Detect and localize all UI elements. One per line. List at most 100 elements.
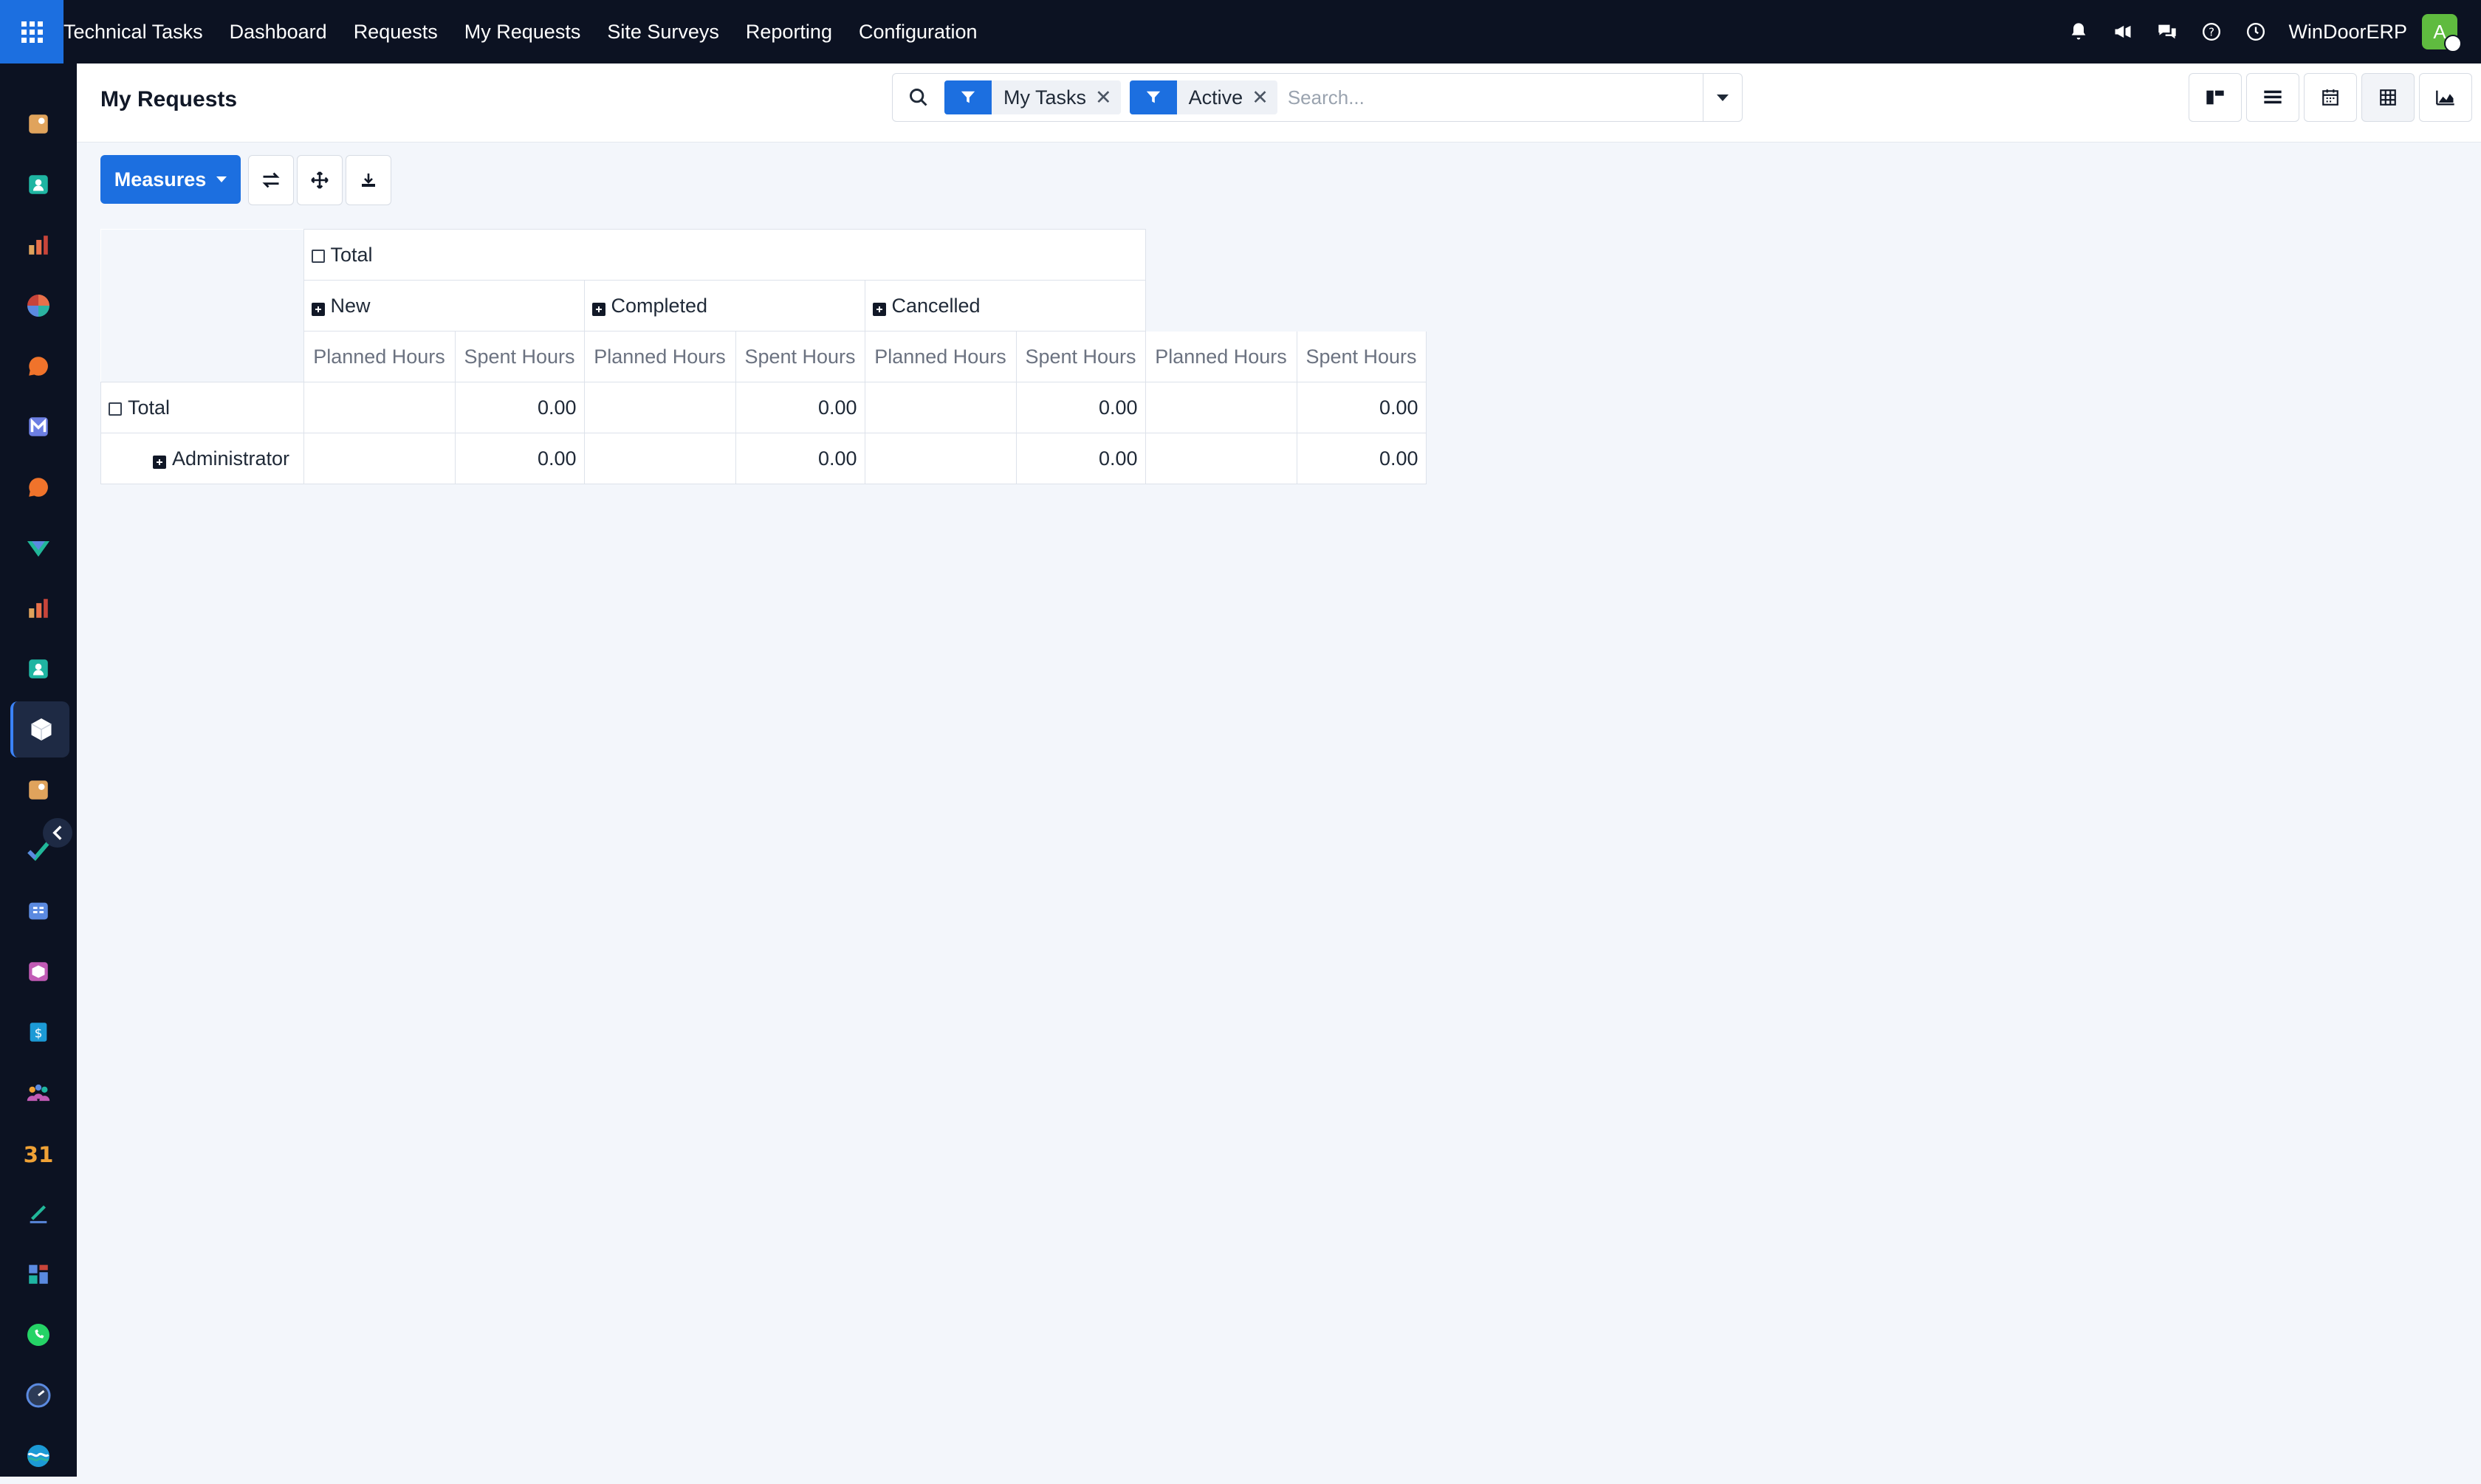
- measure-header[interactable]: Spent Hours: [735, 331, 865, 382]
- employees-icon[interactable]: [10, 641, 66, 697]
- flip-axis-button[interactable]: [248, 155, 294, 205]
- pivot-cell: [864, 382, 1017, 433]
- menu-item-configuration[interactable]: Configuration: [845, 21, 991, 44]
- megaphone-icon[interactable]: [2111, 20, 2135, 44]
- measure-header[interactable]: Spent Hours: [1296, 331, 1427, 382]
- mail-icon[interactable]: [10, 399, 66, 455]
- wave-icon[interactable]: [10, 1428, 66, 1484]
- help-icon[interactable]: ?: [2200, 20, 2223, 44]
- sign-icon[interactable]: [10, 1186, 66, 1242]
- app-1-icon[interactable]: [10, 96, 66, 152]
- download-icon: [362, 174, 375, 187]
- inventory-icon[interactable]: [10, 944, 66, 1000]
- search-icon[interactable]: [893, 87, 944, 108]
- svg-text:$: $: [35, 1026, 43, 1041]
- filter-icon: [1129, 80, 1177, 114]
- expand-icon: [153, 455, 166, 469]
- facet-remove-icon[interactable]: ✕: [1252, 86, 1277, 109]
- pivot-cell: 0.00: [1296, 433, 1427, 484]
- graph-view-icon[interactable]: [2419, 73, 2472, 122]
- invoice-icon[interactable]: $: [10, 1004, 66, 1060]
- pivot-view-icon[interactable]: [2361, 73, 2415, 122]
- facet-remove-icon[interactable]: ✕: [1095, 86, 1121, 109]
- pivot-row-header-total[interactable]: Total: [100, 382, 304, 433]
- sidebar-collapse-button[interactable]: [43, 818, 72, 848]
- flip-axis-icon: [262, 172, 280, 188]
- user-avatar[interactable]: A: [2422, 14, 2462, 52]
- pivot-cell: 0.00: [1296, 382, 1427, 433]
- search-bar[interactable]: My Tasks ✕ Active ✕: [892, 73, 1743, 122]
- measures-button[interactable]: Measures: [100, 155, 241, 204]
- facet-my-tasks[interactable]: My Tasks ✕: [944, 80, 1121, 114]
- main-menu: Technical Tasks Dashboard Requests My Re…: [64, 21, 991, 44]
- calendar-view-icon[interactable]: [2304, 73, 2357, 122]
- chat-bubble-icon[interactable]: [10, 338, 66, 394]
- measure-header[interactable]: Planned Hours: [583, 331, 736, 382]
- menu-item-requests[interactable]: Requests: [340, 21, 451, 44]
- whatsapp-icon[interactable]: [10, 1307, 66, 1363]
- apps-icon[interactable]: [10, 1246, 66, 1302]
- facet-label: Active: [1188, 86, 1243, 109]
- app-brand[interactable]: Technical Tasks: [64, 21, 216, 44]
- pivot-cell: [583, 433, 736, 484]
- download-button[interactable]: [346, 155, 391, 205]
- clock-icon[interactable]: [2244, 20, 2268, 44]
- pivot-col-header-cancelled[interactable]: Cancelled: [864, 280, 1146, 332]
- sales-icon[interactable]: [10, 217, 66, 273]
- menu-item-my-requests[interactable]: My Requests: [451, 21, 594, 44]
- dashboard-icon[interactable]: [10, 278, 66, 334]
- svg-text:31: 31: [24, 1142, 53, 1166]
- measure-header[interactable]: Planned Hours: [303, 331, 456, 382]
- contacts-icon[interactable]: [10, 157, 66, 213]
- menu-item-reporting[interactable]: Reporting: [732, 21, 845, 44]
- bell-icon[interactable]: [2067, 20, 2090, 44]
- pivot-col-header-completed[interactable]: Completed: [583, 280, 865, 332]
- facet-label: My Tasks: [1003, 86, 1087, 109]
- search-options-toggle[interactable]: [1703, 74, 1742, 121]
- measure-header[interactable]: Spent Hours: [1015, 331, 1146, 382]
- company-switcher[interactable]: WinDoorERP: [2288, 21, 2407, 44]
- top-navbar: Technical Tasks Dashboard Requests My Re…: [0, 0, 2481, 63]
- menu-item-dashboard[interactable]: Dashboard: [216, 21, 340, 44]
- chat-icon[interactable]: [2155, 20, 2179, 44]
- grid-icon: [21, 21, 43, 43]
- list-view-icon[interactable]: [2246, 73, 2299, 122]
- pivot-cell: [864, 433, 1017, 484]
- app-menu-button[interactable]: [0, 0, 64, 63]
- team-icon[interactable]: [10, 1065, 66, 1121]
- kanban-view-icon[interactable]: [2189, 73, 2242, 122]
- chevron-left-icon: [52, 825, 62, 840]
- page-title: My Requests: [100, 87, 238, 111]
- search-input[interactable]: [1286, 78, 1703, 117]
- measures-label: Measures: [114, 168, 207, 190]
- pivot-cell: 0.00: [454, 382, 585, 433]
- discuss-icon[interactable]: [10, 459, 66, 515]
- pivot-cell: 0.00: [735, 433, 865, 484]
- view-switcher: [2184, 73, 2472, 122]
- pivot-col-header-new[interactable]: New: [303, 280, 585, 332]
- app-12-icon[interactable]: [10, 762, 66, 818]
- status-dot: [2444, 35, 2462, 52]
- box-icon[interactable]: [10, 701, 69, 758]
- expand-all-button[interactable]: [297, 155, 343, 205]
- measure-header[interactable]: Planned Hours: [864, 331, 1017, 382]
- expand-icon: [872, 302, 886, 316]
- knowledge-icon[interactable]: [10, 883, 66, 939]
- clock-app-icon[interactable]: [10, 1367, 66, 1423]
- expand-icon: [591, 302, 605, 316]
- facet-active[interactable]: Active ✕: [1129, 80, 1277, 114]
- collapse-icon: [109, 402, 122, 416]
- pivot-col-header-total[interactable]: Total: [303, 229, 1146, 281]
- reporting-icon[interactable]: [10, 580, 66, 636]
- checkmark-icon[interactable]: [10, 520, 66, 576]
- measure-header[interactable]: Planned Hours: [1145, 331, 1297, 382]
- measure-header[interactable]: Spent Hours: [454, 331, 585, 382]
- pivot-cell: 0.00: [454, 433, 585, 484]
- calendar-icon[interactable]: 31: [10, 1125, 66, 1181]
- pivot-row-header-administrator[interactable]: Administrator: [100, 433, 304, 484]
- caret-down-icon: [216, 176, 227, 182]
- caret-down-icon: [1717, 94, 1729, 101]
- filter-icon: [944, 80, 992, 114]
- apps-sidebar: $ 31: [0, 63, 77, 1477]
- menu-item-site-surveys[interactable]: Site Surveys: [594, 21, 732, 44]
